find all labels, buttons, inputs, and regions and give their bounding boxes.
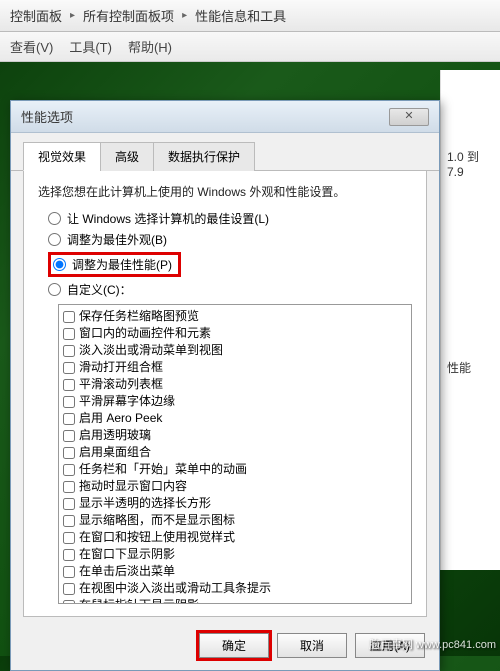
checkbox-label: 任务栏和「开始」菜单中的动画 xyxy=(79,461,247,478)
radio-custom[interactable]: 自定义(C)： xyxy=(48,281,412,298)
radio-label: 让 Windows 选择计算机的最佳设置(L) xyxy=(67,210,269,227)
checkbox-label: 启用 Aero Peek xyxy=(79,410,162,427)
checkbox-label: 在窗口下显示阴影 xyxy=(79,546,175,563)
list-item[interactable]: 启用 Aero Peek xyxy=(63,410,407,427)
breadcrumb-item[interactable]: 控制面板 xyxy=(10,6,62,25)
checkbox-label: 在视图中淡入淡出或滑动工具条提示 xyxy=(79,580,271,597)
checkbox-label: 显示半透明的选择长方形 xyxy=(79,495,211,512)
checkbox-label: 拖动时显示窗口内容 xyxy=(79,478,187,495)
checkbox-label: 在鼠标指针下显示阴影 xyxy=(79,597,199,604)
checkbox-label: 平滑滚动列表框 xyxy=(79,376,163,393)
list-item[interactable]: 淡入淡出或滑动菜单到视图 xyxy=(63,342,407,359)
ok-button[interactable]: 确定 xyxy=(199,633,269,658)
list-item[interactable]: 显示缩略图，而不是显示图标 xyxy=(63,512,407,529)
list-item[interactable]: 显示半透明的选择长方形 xyxy=(63,495,407,512)
radio-label: 调整为最佳性能(P) xyxy=(72,256,172,273)
tab-visual-effects[interactable]: 视觉效果 xyxy=(23,142,101,171)
checkbox-label: 平滑屏幕字体边缘 xyxy=(79,393,175,410)
breadcrumb-item[interactable]: 性能信息和工具 xyxy=(195,6,286,25)
list-item[interactable]: 启用透明玻璃 xyxy=(63,427,407,444)
list-item[interactable]: 拖动时显示窗口内容 xyxy=(63,478,407,495)
list-item[interactable]: 在视图中淡入淡出或滑动工具条提示 xyxy=(63,580,407,597)
checkbox-input[interactable] xyxy=(63,379,75,391)
checkbox-input[interactable] xyxy=(63,600,75,605)
list-item[interactable]: 启用桌面组合 xyxy=(63,444,407,461)
checkbox-input[interactable] xyxy=(63,396,75,408)
checkbox-label: 显示缩略图，而不是显示图标 xyxy=(79,512,235,529)
checkbox-input[interactable] xyxy=(63,362,75,374)
checkbox-label: 在窗口和按钮上使用视觉样式 xyxy=(79,529,235,546)
highlight-box: 调整为最佳性能(P) xyxy=(48,252,181,277)
radio-input[interactable] xyxy=(48,283,61,296)
radio-input[interactable] xyxy=(53,256,66,273)
visual-effects-listbox[interactable]: 保存任务栏缩略图预览窗口内的动画控件和元素淡入淡出或滑动菜单到视图滑动打开组合框… xyxy=(58,304,412,604)
list-item[interactable]: 在窗口和按钮上使用视觉样式 xyxy=(63,529,407,546)
radio-best-performance-wrap: 调整为最佳性能(P) xyxy=(48,252,412,277)
tab-body: 选择您想在此计算机上使用的 Windows 外观和性能设置。 让 Windows… xyxy=(23,171,427,617)
checkbox-label: 在单击后淡出菜单 xyxy=(79,563,175,580)
description-text: 选择您想在此计算机上使用的 Windows 外观和性能设置。 xyxy=(38,183,412,200)
checkbox-label: 滑动打开组合框 xyxy=(79,359,163,376)
performance-options-dialog: 性能选项 ✕ 视觉效果 高级 数据执行保护 选择您想在此计算机上使用的 Wind… xyxy=(10,100,440,671)
checkbox-label: 启用桌面组合 xyxy=(79,444,151,461)
radio-input[interactable] xyxy=(48,212,61,225)
tab-row: 视觉效果 高级 数据执行保护 xyxy=(11,133,439,171)
button-row: 确定 取消 应用(A) xyxy=(11,625,439,670)
chevron-right-icon: ▸ xyxy=(70,10,75,21)
menu-help[interactable]: 帮助(H) xyxy=(128,37,172,56)
checkbox-label: 淡入淡出或滑动菜单到视图 xyxy=(79,342,223,359)
list-item[interactable]: 保存任务栏缩略图预览 xyxy=(63,308,407,325)
checkbox-label: 保存任务栏缩略图预览 xyxy=(79,308,199,325)
cancel-button[interactable]: 取消 xyxy=(277,633,347,658)
radio-label: 自定义(C)： xyxy=(67,281,132,298)
tab-advanced[interactable]: 高级 xyxy=(100,142,154,171)
checkbox-input[interactable] xyxy=(63,430,75,442)
tab-dep[interactable]: 数据执行保护 xyxy=(153,142,255,171)
menu-tools[interactable]: 工具(T) xyxy=(69,37,112,56)
close-button[interactable]: ✕ xyxy=(389,108,429,126)
list-item[interactable]: 任务栏和「开始」菜单中的动画 xyxy=(63,461,407,478)
checkbox-input[interactable] xyxy=(63,311,75,323)
checkbox-input[interactable] xyxy=(63,566,75,578)
radio-let-windows-choose[interactable]: 让 Windows 选择计算机的最佳设置(L) xyxy=(48,210,412,227)
radio-best-appearance[interactable]: 调整为最佳外观(B) xyxy=(48,231,412,248)
checkbox-input[interactable] xyxy=(63,464,75,476)
chevron-right-icon: ▸ xyxy=(182,10,187,21)
menubar: 查看(V) 工具(T) 帮助(H) xyxy=(0,32,500,62)
radio-input[interactable] xyxy=(48,233,61,246)
right-panel: 1.0 到 7.9 性能 xyxy=(440,70,500,570)
list-item[interactable]: 在鼠标指针下显示阴影 xyxy=(63,597,407,604)
titlebar: 性能选项 ✕ xyxy=(11,101,439,133)
checkbox-input[interactable] xyxy=(63,549,75,561)
checkbox-input[interactable] xyxy=(63,583,75,595)
checkbox-input[interactable] xyxy=(63,481,75,493)
perf-label: 性能 xyxy=(447,359,494,376)
checkbox-input[interactable] xyxy=(63,413,75,425)
checkbox-input[interactable] xyxy=(63,447,75,459)
checkbox-input[interactable] xyxy=(63,515,75,527)
apply-button[interactable]: 应用(A) xyxy=(355,633,425,658)
checkbox-input[interactable] xyxy=(63,345,75,357)
list-item[interactable]: 窗口内的动画控件和元素 xyxy=(63,325,407,342)
list-item[interactable]: 在窗口下显示阴影 xyxy=(63,546,407,563)
radio-label: 调整为最佳外观(B) xyxy=(67,231,167,248)
checkbox-label: 启用透明玻璃 xyxy=(79,427,151,444)
checkbox-label: 窗口内的动画控件和元素 xyxy=(79,325,211,342)
menu-view[interactable]: 查看(V) xyxy=(10,37,53,56)
list-item[interactable]: 滑动打开组合框 xyxy=(63,359,407,376)
checkbox-input[interactable] xyxy=(63,498,75,510)
checkbox-input[interactable] xyxy=(63,328,75,340)
score-range: 1.0 到 7.9 xyxy=(447,148,494,179)
list-item[interactable]: 平滑屏幕字体边缘 xyxy=(63,393,407,410)
list-item[interactable]: 在单击后淡出菜单 xyxy=(63,563,407,580)
checkbox-input[interactable] xyxy=(63,532,75,544)
list-item[interactable]: 平滑滚动列表框 xyxy=(63,376,407,393)
dialog-title: 性能选项 xyxy=(21,107,73,126)
breadcrumb-item[interactable]: 所有控制面板项 xyxy=(83,6,174,25)
breadcrumb: 控制面板 ▸ 所有控制面板项 ▸ 性能信息和工具 xyxy=(0,0,500,32)
